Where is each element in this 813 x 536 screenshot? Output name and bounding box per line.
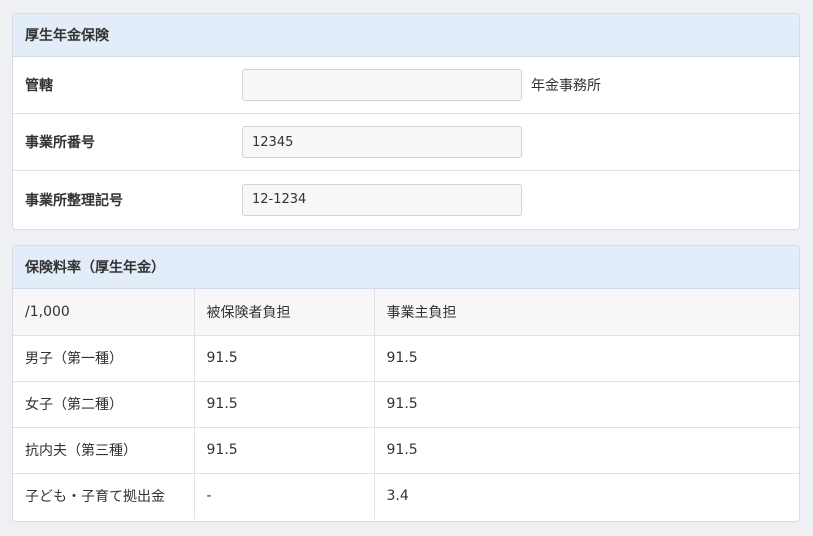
insured-rate: 91.5 bbox=[194, 381, 375, 428]
office-number-input[interactable] bbox=[242, 126, 522, 158]
row-label: 子ども・子育て拠出金 bbox=[13, 473, 195, 519]
jurisdiction-label: 管轄 bbox=[25, 78, 53, 94]
pension-panel: 厚生年金保険 管轄 年金事務所 事業所番号 事業所整理記号 bbox=[12, 13, 800, 230]
employer-rate: 91.5 bbox=[374, 381, 799, 428]
employer-rate: 91.5 bbox=[374, 335, 799, 382]
office-number-label: 事業所番号 bbox=[25, 135, 95, 151]
row-label: 女子（第二種） bbox=[13, 381, 195, 428]
row-label: 抗内夫（第三種） bbox=[13, 427, 195, 474]
rates-header-row: /1,000 被保険者負担 事業主負担 bbox=[13, 289, 799, 336]
table-row: 男子（第一種） 91.5 91.5 bbox=[13, 335, 799, 382]
office-code-row: 事業所整理記号 bbox=[13, 171, 799, 228]
pension-panel-heading: 厚生年金保険 bbox=[13, 14, 799, 57]
employer-rate: 3.4 bbox=[386, 488, 409, 505]
column-header-insured: 被保険者負担 bbox=[194, 289, 375, 336]
office-code-label: 事業所整理記号 bbox=[25, 192, 123, 209]
jurisdiction-row: 管轄 年金事務所 bbox=[13, 57, 799, 114]
insured-rate: 91.5 bbox=[194, 427, 375, 474]
insured-rate: - bbox=[194, 473, 375, 519]
rates-panel: 保険料率（厚生年金） /1,000 被保険者負担 事業主負担 男子（第一種） 9… bbox=[12, 245, 800, 522]
row-label: 男子（第一種） bbox=[13, 335, 195, 382]
rates-table: /1,000 被保険者負担 事業主負担 男子（第一種） 91.5 91.5 女子… bbox=[13, 289, 799, 519]
insured-rate: 91.5 bbox=[194, 335, 375, 382]
office-code-input[interactable] bbox=[242, 183, 522, 216]
rates-panel-heading: 保険料率（厚生年金） bbox=[13, 246, 799, 289]
jurisdiction-suffix: 年金事務所 bbox=[531, 78, 601, 94]
jurisdiction-input[interactable] bbox=[242, 69, 522, 101]
column-header-unit: /1,000 bbox=[13, 289, 195, 336]
column-header-employer: 事業主負担 bbox=[374, 289, 799, 336]
table-row: 女子（第二種） 91.5 91.5 bbox=[13, 381, 799, 428]
table-row: 子ども・子育て拠出金 - 3.4 bbox=[13, 473, 799, 519]
employer-rate: 91.5 bbox=[374, 427, 799, 474]
office-number-row: 事業所番号 bbox=[13, 114, 799, 171]
table-row: 抗内夫（第三種） 91.5 91.5 bbox=[13, 427, 799, 474]
